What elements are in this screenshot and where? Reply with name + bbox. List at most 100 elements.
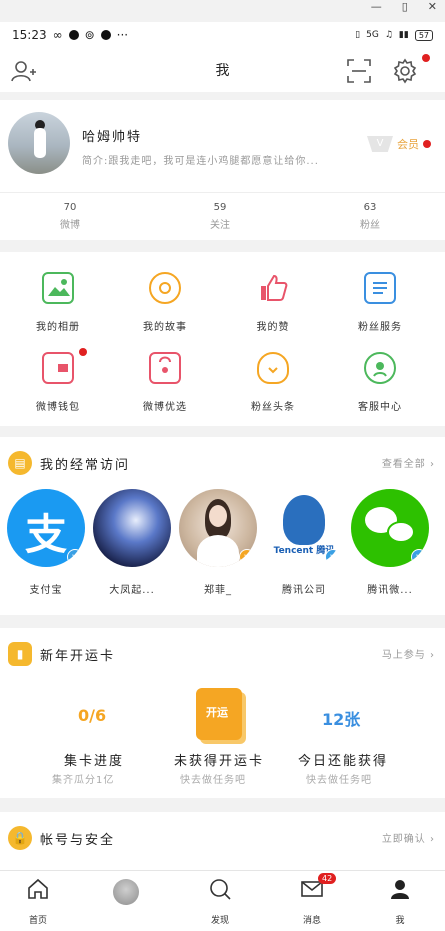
progress-title: 集卡进度 xyxy=(64,754,125,769)
like-icon xyxy=(257,272,289,304)
tab-discover[interactable]: 发现 xyxy=(190,877,250,926)
stat-label: 粉丝 xyxy=(360,220,380,231)
home-icon xyxy=(28,878,48,899)
service-customer-center[interactable]: 客服中心 xyxy=(325,352,435,413)
tab-label: 消息 xyxy=(302,916,321,926)
view-all-label: 查看全部 xyxy=(381,459,426,470)
wechat-logo-icon: v xyxy=(351,489,429,567)
zhengfei-avatar: v xyxy=(179,489,257,567)
tab-avatar-image xyxy=(113,879,139,905)
fan-service-icon xyxy=(364,272,396,304)
visit-item-zhengfei[interactable]: v 郑菲_ xyxy=(178,489,258,596)
section-title: 新年开运卡 xyxy=(40,648,116,664)
headset-icon xyxy=(364,352,396,384)
stat-label: 关注 xyxy=(210,220,230,231)
today-title: 今日还能获得 xyxy=(298,754,389,769)
dafeng-avatar xyxy=(93,489,171,567)
visit-item-alipay[interactable]: 支 v 支付宝 xyxy=(6,489,86,596)
service-fan-service[interactable]: 粉丝服务 xyxy=(325,272,435,333)
top-bar: 我 xyxy=(0,48,445,92)
member-button[interactable]: V 会员 xyxy=(367,136,431,152)
visit-item-dafeng[interactable]: 大凤起... xyxy=(92,489,172,596)
section-title: 我的经常访问 xyxy=(40,457,131,473)
tencent-penguin-shape xyxy=(283,495,325,545)
service-label: 我的赞 xyxy=(256,322,290,333)
tab-messages[interactable]: 42 消息 xyxy=(282,873,342,926)
shopping-bag-icon xyxy=(149,352,181,384)
service-likes[interactable]: 我的赞 xyxy=(218,272,328,333)
minimize-button[interactable]: — xyxy=(371,0,382,14)
visit-item-tencent-weibo[interactable]: v 腾讯微... xyxy=(350,489,430,596)
join-now-label: 马上参与 xyxy=(381,650,426,661)
section-header: ▤ 我的经常访问 xyxy=(8,451,130,475)
fortune-card-icon[interactable]: 开运 xyxy=(196,688,242,740)
discover-search-icon xyxy=(210,879,231,900)
lightbulb-icon xyxy=(257,352,289,384)
join-now-link[interactable]: 马上参与 › xyxy=(382,646,435,661)
service-label: 粉丝头条 xyxy=(251,402,295,413)
divider xyxy=(0,192,445,193)
visit-item-tencent[interactable]: Tencent 腾讯 v 腾讯公司 xyxy=(264,489,344,596)
close-button[interactable]: ✕ xyxy=(428,0,437,14)
new-year-card-section: ▮ 新年开运卡 马上参与 › 0/6 集卡进度 集齐瓜分1亿 开运 未获得开运卡… xyxy=(0,628,445,798)
swirl-icon: ⊚ xyxy=(84,28,95,42)
vibrate-icon: ▯ xyxy=(355,30,361,40)
chat-bubble-small xyxy=(387,521,415,543)
service-album[interactable]: 我的相册 xyxy=(3,272,113,333)
alipay-logo-icon: 支 v xyxy=(7,489,85,567)
visit-name: 支付宝 xyxy=(29,585,63,596)
avatar[interactable] xyxy=(8,112,70,174)
tab-home[interactable]: 首页 xyxy=(8,877,68,926)
window-controls: — ▯ ✕ xyxy=(371,0,437,14)
visit-name: 大凤起... xyxy=(109,585,155,596)
service-youxuan[interactable]: 微博优选 xyxy=(110,352,220,413)
service-label: 微博钱包 xyxy=(36,402,80,413)
notification-dot-icon xyxy=(68,30,79,40)
profile-bio: 简介:跟我走吧，我可是连小鸡腿都愿意让给你... xyxy=(82,156,319,167)
stat-following[interactable]: 59 关注 xyxy=(150,202,290,231)
tab-avatar[interactable] xyxy=(96,877,156,913)
section-header: 🔒 帐号与安全 xyxy=(8,826,115,850)
service-fan-headline[interactable]: 粉丝头条 xyxy=(218,352,328,413)
wallet-icon xyxy=(42,352,74,384)
chat-icon xyxy=(100,30,111,40)
service-label: 我的故事 xyxy=(143,322,187,333)
unobtained-title: 未获得开运卡 xyxy=(174,754,265,769)
profile-card[interactable]: 哈姆帅特 简介:跟我走吧，我可是连小鸡腿都愿意让给你... V 会员 70 微博… xyxy=(0,100,445,240)
settings-gear-icon[interactable] xyxy=(392,58,418,84)
network-label: 5G xyxy=(366,30,379,40)
member-label: 会员 xyxy=(397,138,419,151)
avatar-face xyxy=(209,505,227,527)
stat-count: 63 xyxy=(363,202,377,213)
unobtained-subtitle: 快去做任务吧 xyxy=(180,775,246,786)
stat-weibo[interactable]: 70 微博 xyxy=(0,202,140,231)
today-value: 12张 xyxy=(322,710,361,729)
add-friend-icon[interactable] xyxy=(10,58,36,84)
more-dots-icon: ··· xyxy=(116,28,129,42)
service-label: 粉丝服务 xyxy=(358,322,402,333)
visit-name: 腾讯公司 xyxy=(282,585,326,596)
service-wallet[interactable]: 微博钱包 xyxy=(3,348,113,413)
scan-icon[interactable] xyxy=(346,58,372,84)
story-icon xyxy=(149,272,181,304)
maximize-button[interactable]: ▯ xyxy=(402,0,408,14)
tab-label: 发现 xyxy=(210,916,229,926)
confirm-now-link[interactable]: 立即确认 › xyxy=(382,830,435,845)
stat-followers[interactable]: 63 粉丝 xyxy=(300,202,440,231)
vip-badge-icon: V xyxy=(367,136,393,152)
message-count-badge: 42 xyxy=(318,873,337,884)
today-subtitle: 快去做任务吧 xyxy=(306,775,372,786)
card-section-icon: ▮ xyxy=(8,642,32,666)
section-header: ▮ 新年开运卡 xyxy=(8,642,115,666)
lock-icon: 🔒 xyxy=(8,826,32,850)
service-story[interactable]: 我的故事 xyxy=(110,272,220,333)
verified-icon: v xyxy=(67,549,83,565)
view-all-link[interactable]: 查看全部 › xyxy=(382,455,435,470)
battery-indicator: 57 xyxy=(414,29,433,41)
visit-name: 腾讯微... xyxy=(367,585,413,596)
stat-count: 70 xyxy=(63,202,77,213)
status-time: 15:23 xyxy=(12,28,47,42)
tab-me[interactable]: 我 xyxy=(370,877,430,926)
service-label: 微博优选 xyxy=(143,402,187,413)
verified-icon: v xyxy=(239,549,255,565)
